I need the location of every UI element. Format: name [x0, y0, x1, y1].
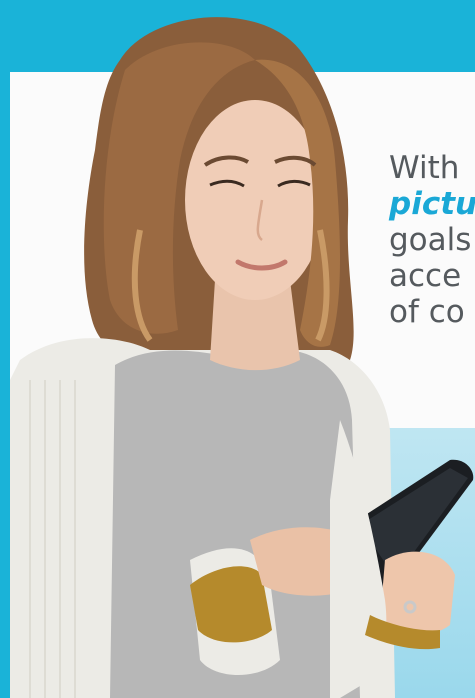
- promo-frame: With pictu goals acce of co: [0, 0, 475, 698]
- woman-with-phone-photo: [10, 17, 474, 698]
- right-hand: [380, 551, 455, 636]
- mustard-cuff: [190, 566, 272, 643]
